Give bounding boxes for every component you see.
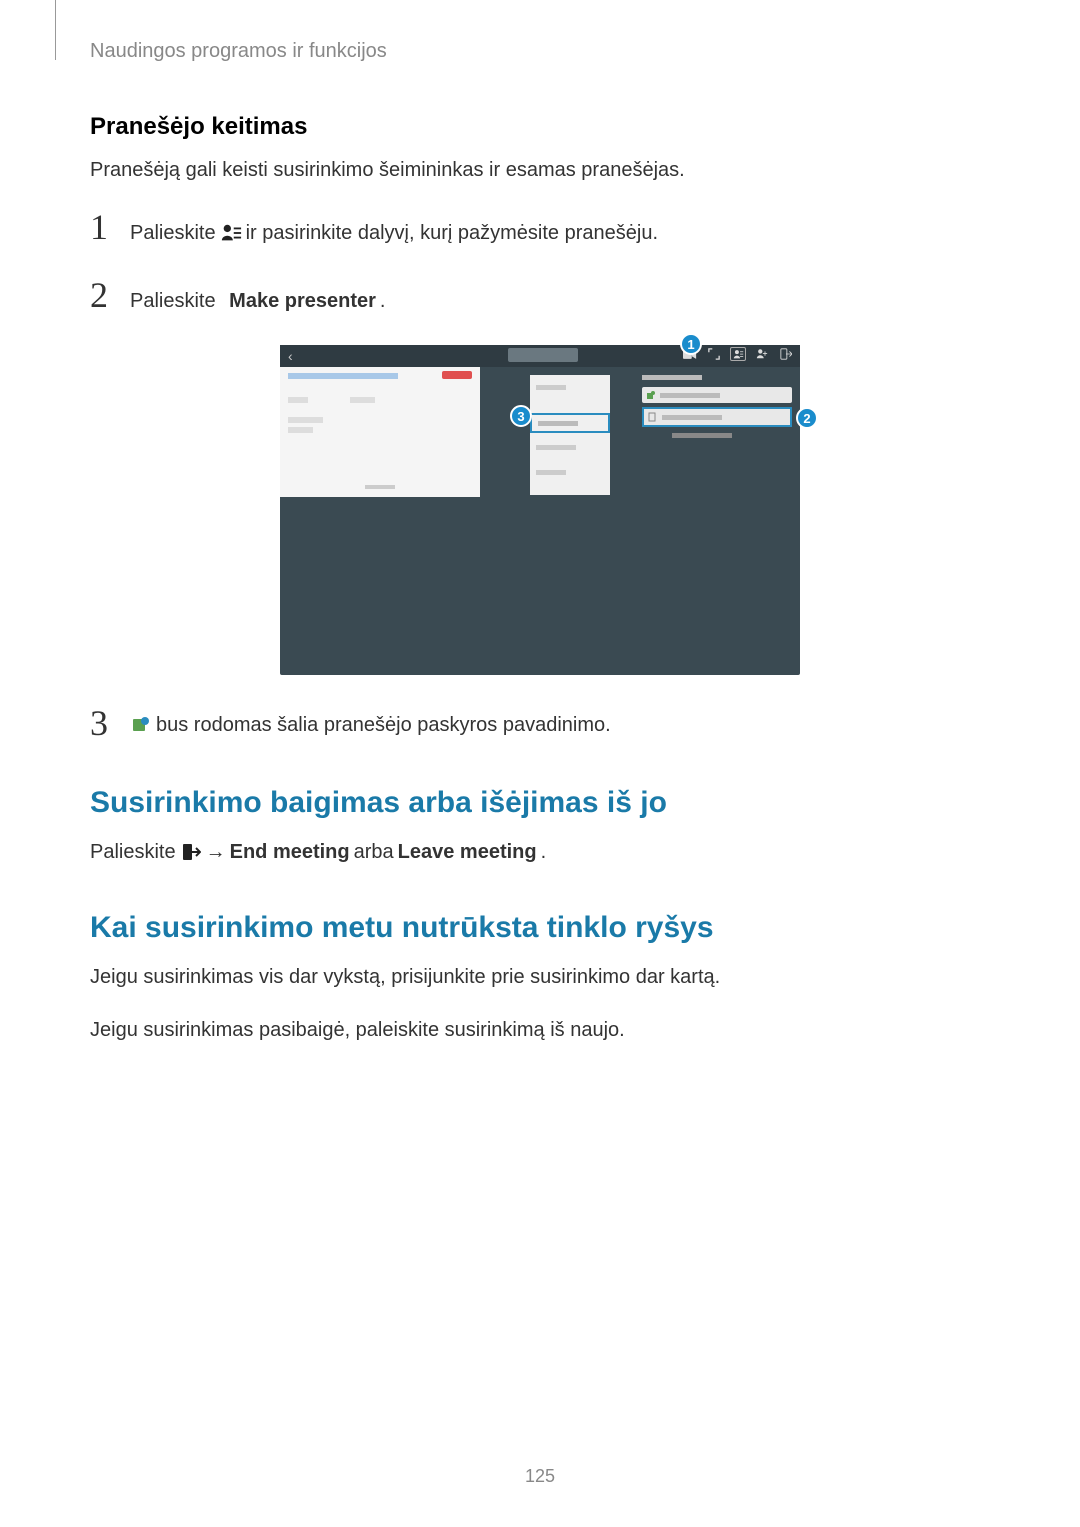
ss-right-row1 [642,387,792,403]
ss-right-panel [642,375,792,485]
ss-left-panel [280,367,480,497]
presenter-badge-icon [130,714,152,736]
subheading-presenter-change: Pranešėjo keitimas [90,113,990,141]
participants-toolbar-icon [730,347,746,361]
step1-text-b: ir pasirinkite dalyvį, kurį pažymėsite p… [246,219,658,247]
step1-text-a: Palieskite [130,219,216,247]
participants-icon [220,222,242,244]
page-number: 125 [525,1466,555,1487]
exit-door-icon [180,841,202,863]
s2-text-a: Palieskite [90,838,176,866]
callout-3: 3 [510,405,532,427]
step-number: 1 [90,209,130,245]
ss-top-button [508,348,578,362]
step-body: bus rodomas šalia pranešėjo paskyros pav… [130,711,611,739]
step2-text-a: Palieskite [130,287,216,315]
app-screenshot: ‹ [280,345,800,675]
margin-line [55,0,56,60]
section-end-meeting-title: Susirinkimo baigimas arba išėjimas iš jo [90,786,990,820]
section3-p2: Jeigu susirinkimas pasibaigė, paleiskite… [90,1016,990,1044]
step-2: 2 Palieskite Make presenter. [90,277,990,315]
back-icon: ‹ [288,348,293,364]
page-content: Naudingos programos ir funkcijos Pranešė… [0,0,1080,1044]
leave-meeting-label: Leave meeting [398,838,537,866]
step-number: 2 [90,277,130,313]
ss-mid-panel [530,375,610,495]
exit-icon [778,347,794,361]
intro-text: Pranešėją gali keisti susirinkimo šeimin… [90,156,990,184]
callout-1: 1 [680,333,702,355]
step-body: Palieskite ir pasirinkite dalyvį, kurį p… [130,219,658,247]
add-user-icon [754,347,770,361]
end-meeting-label: End meeting [230,838,350,866]
step-number: 3 [90,705,130,741]
expand-icon [706,347,722,361]
ss-right-highlight [642,407,792,427]
ss-topbar: ‹ [280,345,800,367]
screenshot-container: ‹ [90,345,990,675]
ss-mid-highlight [530,413,610,433]
section3-p1: Jeigu susirinkimas vis dar vykstą, prisi… [90,963,990,991]
ss-red-badge [442,371,472,379]
step2-text-c: . [380,287,386,315]
s2-end: . [541,838,547,866]
s2-mid: arba [354,838,394,866]
arrow: → [206,838,226,866]
chapter-header: Naudingos programos ir funkcijos [90,40,990,63]
step-body: Palieskite Make presenter. [130,287,385,315]
section-network-title: Kai susirinkimo metu nutrūksta tinklo ry… [90,911,990,945]
step3-text: bus rodomas šalia pranešėjo paskyros pav… [156,711,611,739]
make-presenter-label: Make presenter [229,287,376,315]
section2-body: Palieskite → End meeting arba Leave meet… [90,838,990,866]
callout-2: 2 [796,407,818,429]
step-3: 3 bus rodomas šalia pranešėjo paskyros p… [90,705,990,741]
step-1: 1 Palieskite ir pasirinkite dalyvį, kurį… [90,209,990,247]
